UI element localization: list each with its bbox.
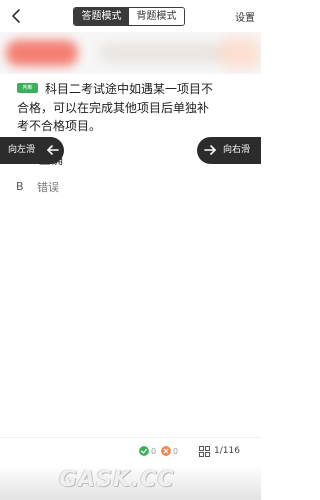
banner-graphic xyxy=(6,40,78,66)
top-bar: 答题模式 背题模式 设置 xyxy=(0,0,261,32)
question-progress[interactable]: 1/116 xyxy=(214,446,240,456)
correct-count: 0 xyxy=(151,447,157,456)
divider xyxy=(0,437,261,438)
arrow-left-icon xyxy=(47,145,59,155)
question-text-line: 考不合格项目。 xyxy=(17,119,102,133)
option-b-text[interactable]: 错误 xyxy=(37,179,59,195)
question-text-line: 科目二考试途中如遇某一项目不 xyxy=(45,82,214,96)
swipe-left-hint[interactable]: 向左滑 xyxy=(0,137,64,164)
option-b-letter[interactable]: B xyxy=(16,180,24,193)
swipe-right-label: 向右滑 xyxy=(223,145,251,155)
tab-answer-mode[interactable]: 答题模式 xyxy=(74,8,129,25)
tab-memorize-mode[interactable]: 背题模式 xyxy=(129,8,184,25)
banner-graphic xyxy=(220,38,260,68)
wrong-count: 0 xyxy=(173,447,179,456)
mode-toggle: 答题模式 背题模式 xyxy=(73,7,185,26)
arrow-right-icon xyxy=(204,145,216,155)
watermark: GASK.CC xyxy=(59,467,175,492)
swipe-left-label: 向左滑 xyxy=(8,145,36,155)
chevron-left-icon[interactable] xyxy=(8,7,26,25)
wrong-x-icon xyxy=(161,446,171,456)
question-type-badge: 判断 xyxy=(17,83,38,93)
swipe-right-hint[interactable]: 向右滑 xyxy=(197,137,261,164)
grid-icon[interactable] xyxy=(199,446,210,457)
correct-check-icon xyxy=(139,446,149,456)
banner-graphic xyxy=(100,44,230,62)
ad-banner[interactable] xyxy=(0,32,261,74)
question-text-line: 合格，可以在完成其他项目后单独补 xyxy=(17,101,210,115)
settings-button[interactable]: 设置 xyxy=(235,9,255,24)
